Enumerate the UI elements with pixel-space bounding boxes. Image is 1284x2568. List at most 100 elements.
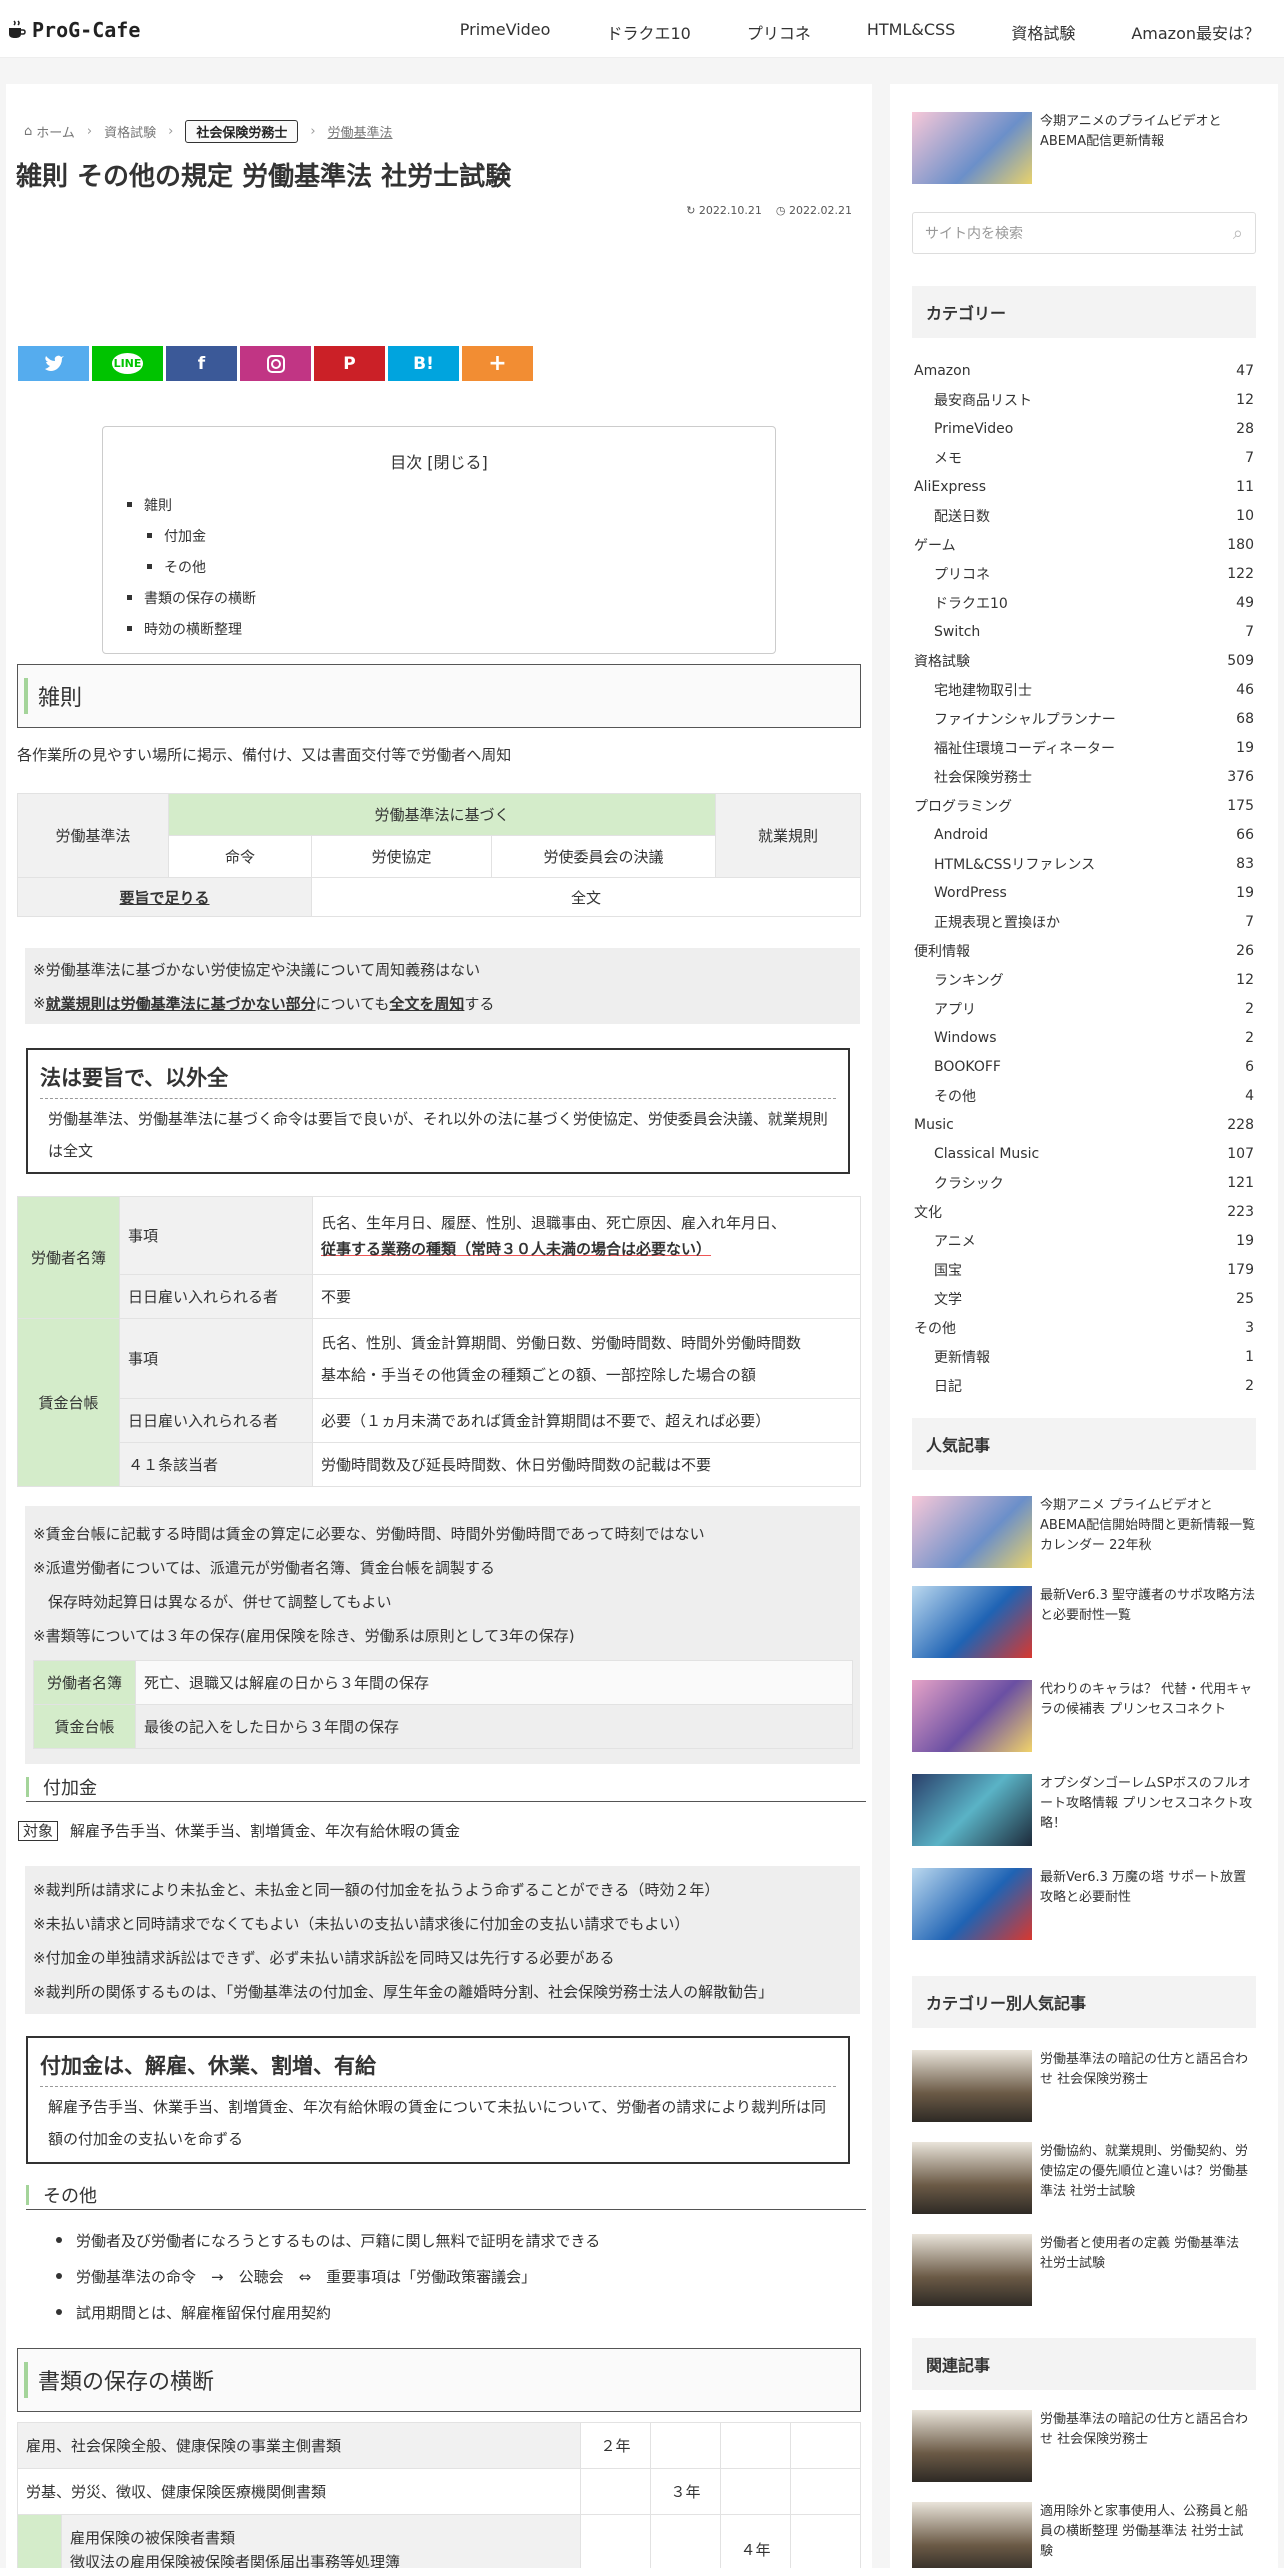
category-item[interactable]: WordPress 19	[914, 878, 1254, 907]
toc-title: 目次	[390, 453, 423, 472]
category-item[interactable]: Amazon 47	[914, 356, 1254, 385]
category-item[interactable]: 宅地建物取引士 46	[914, 675, 1254, 704]
category-item[interactable]: Music 228	[914, 1110, 1254, 1139]
category-item[interactable]: メモ 7	[914, 443, 1254, 472]
category-item[interactable]: 文化 223	[914, 1197, 1254, 1226]
category-item[interactable]: その他 3	[914, 1313, 1254, 1342]
popular-post[interactable]: 今期アニメ プライムビデオとABEMA配信開始時間と更新情報一覧カレンダー 22…	[912, 1496, 1256, 1568]
category-item[interactable]: クラシック 121	[914, 1168, 1254, 1197]
toc-item[interactable]: その他	[127, 551, 256, 582]
popular-post[interactable]: 最新Ver6.3 聖守護者のサポ攻略方法と必要耐性一覧	[912, 1586, 1256, 1658]
category-label: ランキング	[934, 972, 1004, 989]
category-count: 10	[1236, 507, 1254, 524]
category-item[interactable]: プログラミング 175	[914, 791, 1254, 820]
category-item[interactable]: Android 66	[914, 820, 1254, 849]
widget-title-popular: 人気記事	[912, 1418, 1256, 1470]
category-label: プログラミング	[914, 798, 1012, 815]
category-item[interactable]: 福祉住環境コーディネーター 19	[914, 733, 1254, 762]
category-item[interactable]: AliExpress 11	[914, 472, 1254, 501]
toc-item[interactable]: 時効の横断整理	[127, 613, 256, 644]
share-buttons: LINE f P B! +	[18, 346, 533, 381]
nav-amazon[interactable]: Amazon最安は？	[1131, 20, 1260, 44]
category-label: PrimeVideo	[934, 420, 1014, 437]
category-item[interactable]: 更新情報 1	[914, 1342, 1254, 1371]
category-item[interactable]: 資格試験 509	[914, 646, 1254, 675]
category-popular-post[interactable]: 労働者と使用者の定義 労働基準法 社労士試験	[912, 2234, 1256, 2306]
popular-post[interactable]: オプシダンゴーレムSPボスのフルオート攻略情報 プリンセスコネクト攻略！	[912, 1774, 1256, 1846]
facebook-share-button[interactable]: f	[166, 346, 237, 381]
twitter-share-button[interactable]	[18, 346, 89, 381]
category-item[interactable]: 社会保険労務士 376	[914, 762, 1254, 791]
related-post[interactable]: 労働基準法の暗記の仕方と語呂合わせ 社会保険労務士	[912, 2410, 1256, 2482]
nav-priconne[interactable]: プリコネ	[747, 20, 811, 44]
category-count: 122	[1227, 565, 1254, 582]
line-share-button[interactable]: LINE	[92, 346, 163, 381]
category-item[interactable]: ゲーム 180	[914, 530, 1254, 559]
update-icon: ↻	[686, 204, 696, 217]
category-item[interactable]: アニメ 19	[914, 1226, 1254, 1255]
crumb-category[interactable]: 資格試験	[104, 122, 156, 141]
category-item[interactable]: 配送日数 10	[914, 501, 1254, 530]
category-label: 便利情報	[914, 943, 970, 960]
toc-item[interactable]: 雑則	[127, 489, 256, 520]
category-item[interactable]: ファイナンシャルプランナー 68	[914, 704, 1254, 733]
category-item[interactable]: Switch 7	[914, 617, 1254, 646]
other-list: 労働者及び労働者になろうとするものは、戸籍に関し無料で証明を請求できる 労働基準…	[56, 2222, 600, 2330]
category-label: 配送日数	[934, 508, 990, 525]
category-item[interactable]: 文学 25	[914, 1284, 1254, 1313]
records-table: 労働者名簿 事項 氏名、生年月日、履歴、性別、退職事由、死亡原因、雇入れ年月日、 従事…	[17, 1196, 861, 1487]
table-of-contents: 目次 [閉じる] 雑則 付加金 その他 書類の保存の横断 時効の横断整理	[102, 426, 776, 654]
category-item[interactable]: PrimeVideo 28	[914, 414, 1254, 443]
category-item[interactable]: ドラクエ10 49	[914, 588, 1254, 617]
category-item[interactable]: BOOKOFF 6	[914, 1052, 1254, 1081]
category-count: 11	[1236, 478, 1254, 495]
more-share-button[interactable]: +	[462, 346, 533, 381]
category-label: 文化	[914, 1204, 942, 1221]
category-item[interactable]: プリコネ 122	[914, 559, 1254, 588]
category-item[interactable]: 正規表現と置換ほか 7	[914, 907, 1254, 936]
sidebar-top-post[interactable]: 今期アニメのプライムビデオとABEMA配信更新情報	[912, 112, 1256, 184]
category-item[interactable]: 便利情報 26	[914, 936, 1254, 965]
nav-primevideo[interactable]: PrimeVideo	[460, 20, 551, 44]
category-item[interactable]: Classical Music 107	[914, 1139, 1254, 1168]
search-icon: ⌕	[1232, 222, 1243, 244]
nav-dq10[interactable]: ドラクエ10	[606, 20, 690, 44]
toc-toggle[interactable]: [閉じる]	[427, 453, 488, 472]
crumb-home[interactable]: ホーム	[36, 122, 75, 141]
pinterest-share-button[interactable]: P	[314, 346, 385, 381]
toc-item[interactable]: 付加金	[127, 520, 256, 551]
toc-item[interactable]: 書類の保存の横断	[127, 582, 256, 613]
category-item[interactable]: 最安商品リスト 12	[914, 385, 1254, 414]
updated-date: 2022.10.21	[698, 204, 762, 217]
category-count: 19	[1236, 884, 1254, 901]
post-thumbnail	[912, 1586, 1032, 1658]
category-label: WordPress	[934, 884, 1007, 901]
category-count: 19	[1236, 739, 1254, 756]
category-item[interactable]: Windows 2	[914, 1023, 1254, 1052]
search-input[interactable]: サイト内を検索 ⌕	[912, 212, 1256, 254]
post-thumbnail	[912, 2142, 1032, 2214]
category-label: 日記	[934, 1378, 962, 1395]
instagram-share-button[interactable]	[240, 346, 311, 381]
category-popular-post[interactable]: 労働基準法の暗記の仕方と語呂合わせ 社会保険労務士	[912, 2050, 1256, 2122]
category-label: プリコネ	[934, 566, 990, 583]
category-item[interactable]: その他 4	[914, 1081, 1254, 1110]
crumb-current[interactable]: 社会保険労務士	[185, 120, 299, 143]
hatena-share-button[interactable]: B!	[388, 346, 459, 381]
category-item[interactable]: 日記 2	[914, 1371, 1254, 1400]
popular-post[interactable]: 最新Ver6.3 万魔の塔 サポート放置攻略と必要耐性	[912, 1868, 1256, 1940]
category-item[interactable]: 国宝 179	[914, 1255, 1254, 1284]
post-thumbnail	[912, 2050, 1032, 2122]
subheading-additional-pay: 付加金	[26, 1772, 866, 1802]
nav-htmlcss[interactable]: HTML&CSS	[867, 20, 955, 44]
category-item[interactable]: ランキング 12	[914, 965, 1254, 994]
crumb-last[interactable]: 労働基準法	[328, 122, 393, 141]
category-item[interactable]: アプリ 2	[914, 994, 1254, 1023]
related-post[interactable]: 適用除外と家事使用人、公務員と船員の横断整理 労働基準法 社労士試験	[912, 2502, 1256, 2568]
category-label: 福祉住環境コーディネーター	[934, 740, 1116, 757]
category-item[interactable]: HTML&CSSリファレンス 83	[914, 849, 1254, 878]
category-popular-post[interactable]: 労働協約、就業規則、労働契約、労使協定の優先順位と違いは？労働基準法 社労士試験	[912, 2142, 1256, 2214]
site-logo[interactable]: ProG-Cafe	[8, 18, 140, 42]
popular-post[interactable]: 代わりのキャラは？ 代替・代用キャラの候補表 プリンセスコネクト	[912, 1680, 1256, 1752]
nav-exam[interactable]: 資格試験	[1011, 20, 1075, 44]
